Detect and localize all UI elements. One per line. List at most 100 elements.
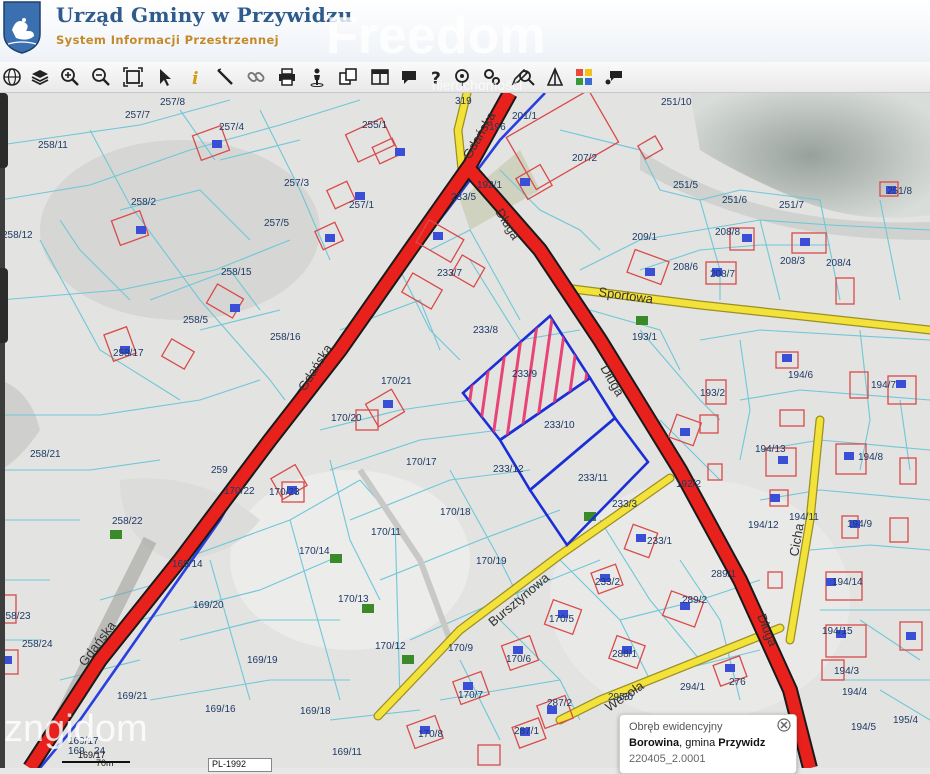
info-icon[interactable]: i <box>183 65 207 89</box>
parcel-label: 233/9 <box>512 369 537 380</box>
parcel-info-popup: Obręb ewidencyjny Borowina, gmina Przywi… <box>619 714 797 774</box>
parcel-label: 258/11 <box>38 140 68 151</box>
left-panel-edge[interactable] <box>0 93 5 768</box>
measure-icon[interactable] <box>213 65 237 89</box>
street-label-gdanska: Gdańska <box>295 341 336 394</box>
parcel-label: 194/5 <box>851 722 876 733</box>
app-header: Urząd Gminy w Przywidzu System Informacj… <box>0 0 930 62</box>
parcel-label: 258/16 <box>270 332 301 343</box>
street-label-dluga: Długa <box>754 612 781 650</box>
street-label-sportowa: Sportowa <box>598 284 655 307</box>
parcel-label: 194/8 <box>858 452 883 463</box>
parcel-label: 233/3 <box>612 499 637 510</box>
map-canvas[interactable]: 257/8 257/7 257/4 255/1 258/11 257/3 257/1 258/… <box>0 93 930 768</box>
street-label-dluga: Długa <box>492 206 523 243</box>
parcel-label: 294/1 <box>680 682 705 693</box>
parcel-label: 258/24 <box>22 639 53 650</box>
parcel-label: 170/19 <box>476 556 507 567</box>
parcel-label: 257/3 <box>284 178 309 189</box>
parcel-label: 194/3 <box>834 666 859 677</box>
street-label-bursztynowa: Bursztynowa <box>485 569 552 629</box>
parcel-label: 251/5 <box>673 180 698 191</box>
layout-icon[interactable] <box>368 65 392 89</box>
layers-icon[interactable] <box>28 65 52 89</box>
parcel-label: 209/1 <box>632 232 657 243</box>
parcel-label: 251/8 <box>887 186 912 197</box>
parcel-label: 170/12 <box>375 641 406 652</box>
parcel-label: 233/7 <box>437 268 462 279</box>
parcel-label: 169/21 <box>117 691 148 702</box>
parcel-label: 258/15 <box>221 267 252 278</box>
parcel-label: 258/2 <box>131 197 156 208</box>
parcel-label: 257/4 <box>219 122 244 133</box>
popup-code: 220405_2.0001 <box>629 753 706 765</box>
parcel-label: 193/1 <box>632 332 657 343</box>
globe-icon[interactable] <box>0 65 24 89</box>
parcel-label: 251/6 <box>722 195 747 206</box>
zoom-in-icon[interactable] <box>58 65 82 89</box>
parcel-label: 170/14 <box>299 546 330 557</box>
parcel-label: 170/5 <box>549 614 574 625</box>
parcel-label: 192/1 <box>477 180 502 191</box>
parcel-label: 287/1 <box>514 726 539 737</box>
parcel-label: 251/10 <box>661 97 692 108</box>
map-labels: 257/8 257/7 257/4 255/1 258/11 257/3 257/1 258/… <box>0 96 918 758</box>
chat-icon[interactable] <box>602 65 626 89</box>
parcel-label: 208/4 <box>826 258 851 269</box>
parcel-label: 194/7 <box>871 380 896 391</box>
parcel-label: 194/4 <box>842 687 867 698</box>
parcel-label: 169/18 <box>300 706 331 717</box>
parcel-label: 258/5 <box>183 315 208 326</box>
help-icon[interactable]: ? <box>425 65 449 89</box>
person-icon[interactable] <box>305 65 329 89</box>
link-icon[interactable] <box>244 65 268 89</box>
print-icon[interactable] <box>275 65 299 89</box>
app-title: Urząd Gminy w Przywidzu <box>56 3 353 27</box>
parcel-label: 257/8 <box>160 97 185 108</box>
parcel-label: 208/7 <box>710 269 735 280</box>
parcel-label: 258/22 <box>112 516 143 527</box>
comment-icon[interactable] <box>397 65 421 89</box>
parcel-label: 258/17 <box>113 348 144 359</box>
settings-icon[interactable] <box>480 65 504 89</box>
parcel-label: 233/10 <box>544 420 575 431</box>
copy-icon[interactable] <box>336 65 360 89</box>
parcel-label: 170/6 <box>506 654 531 665</box>
marker-icon[interactable] <box>450 65 474 89</box>
parcel-label: 194/13 <box>755 444 786 455</box>
parcel-label: 194/6 <box>788 370 813 381</box>
parcel-label: 169/20 <box>193 600 224 611</box>
pointer-icon[interactable] <box>153 65 177 89</box>
zoom-out-icon[interactable] <box>89 65 113 89</box>
svg-text:i: i <box>192 69 198 87</box>
popup-title: Obręb ewidencyjny <box>629 721 723 733</box>
parcel-label: 233/2 <box>595 577 620 588</box>
parcel-label: 170/7 <box>458 690 483 701</box>
left-panel-handle-middle[interactable] <box>0 268 8 343</box>
popup-gmina: Przywidz <box>718 737 766 749</box>
flag-icon[interactable] <box>543 65 567 89</box>
scale-bar: 169/17 70m <box>60 750 200 768</box>
parcel-label: 170/20 <box>331 413 362 424</box>
zoom-extent-icon[interactable] <box>121 65 145 89</box>
parcel-label: 194/12 <box>748 520 779 531</box>
search-icon[interactable] <box>514 65 538 89</box>
parcel-label: 169/14 <box>172 559 203 570</box>
parcel-label: 192/2 <box>676 479 701 490</box>
parcel-label: 170/8 <box>418 729 443 740</box>
parcel-label: 257/5 <box>264 218 289 229</box>
app-subtitle: System Informacji Przestrzennej <box>56 33 280 47</box>
left-panel-handle-top[interactable] <box>0 93 8 168</box>
svg-text:?: ? <box>431 69 441 87</box>
grid-icon[interactable] <box>572 65 596 89</box>
parcel-label: 233/12 <box>493 464 524 475</box>
parcel-label: 255/1 <box>362 120 387 131</box>
parcel-label: 251/7 <box>779 200 804 211</box>
projection-select[interactable]: PL-1992 <box>208 758 272 772</box>
parcel-label: 194/9 <box>847 519 872 530</box>
street-label-cicha: Cicha <box>786 521 807 557</box>
parcel-label: 258/21 <box>30 449 61 460</box>
parcel-label: 289/2 <box>682 595 707 606</box>
popup-separator: , gmina <box>679 737 719 749</box>
close-icon[interactable] <box>777 718 791 732</box>
